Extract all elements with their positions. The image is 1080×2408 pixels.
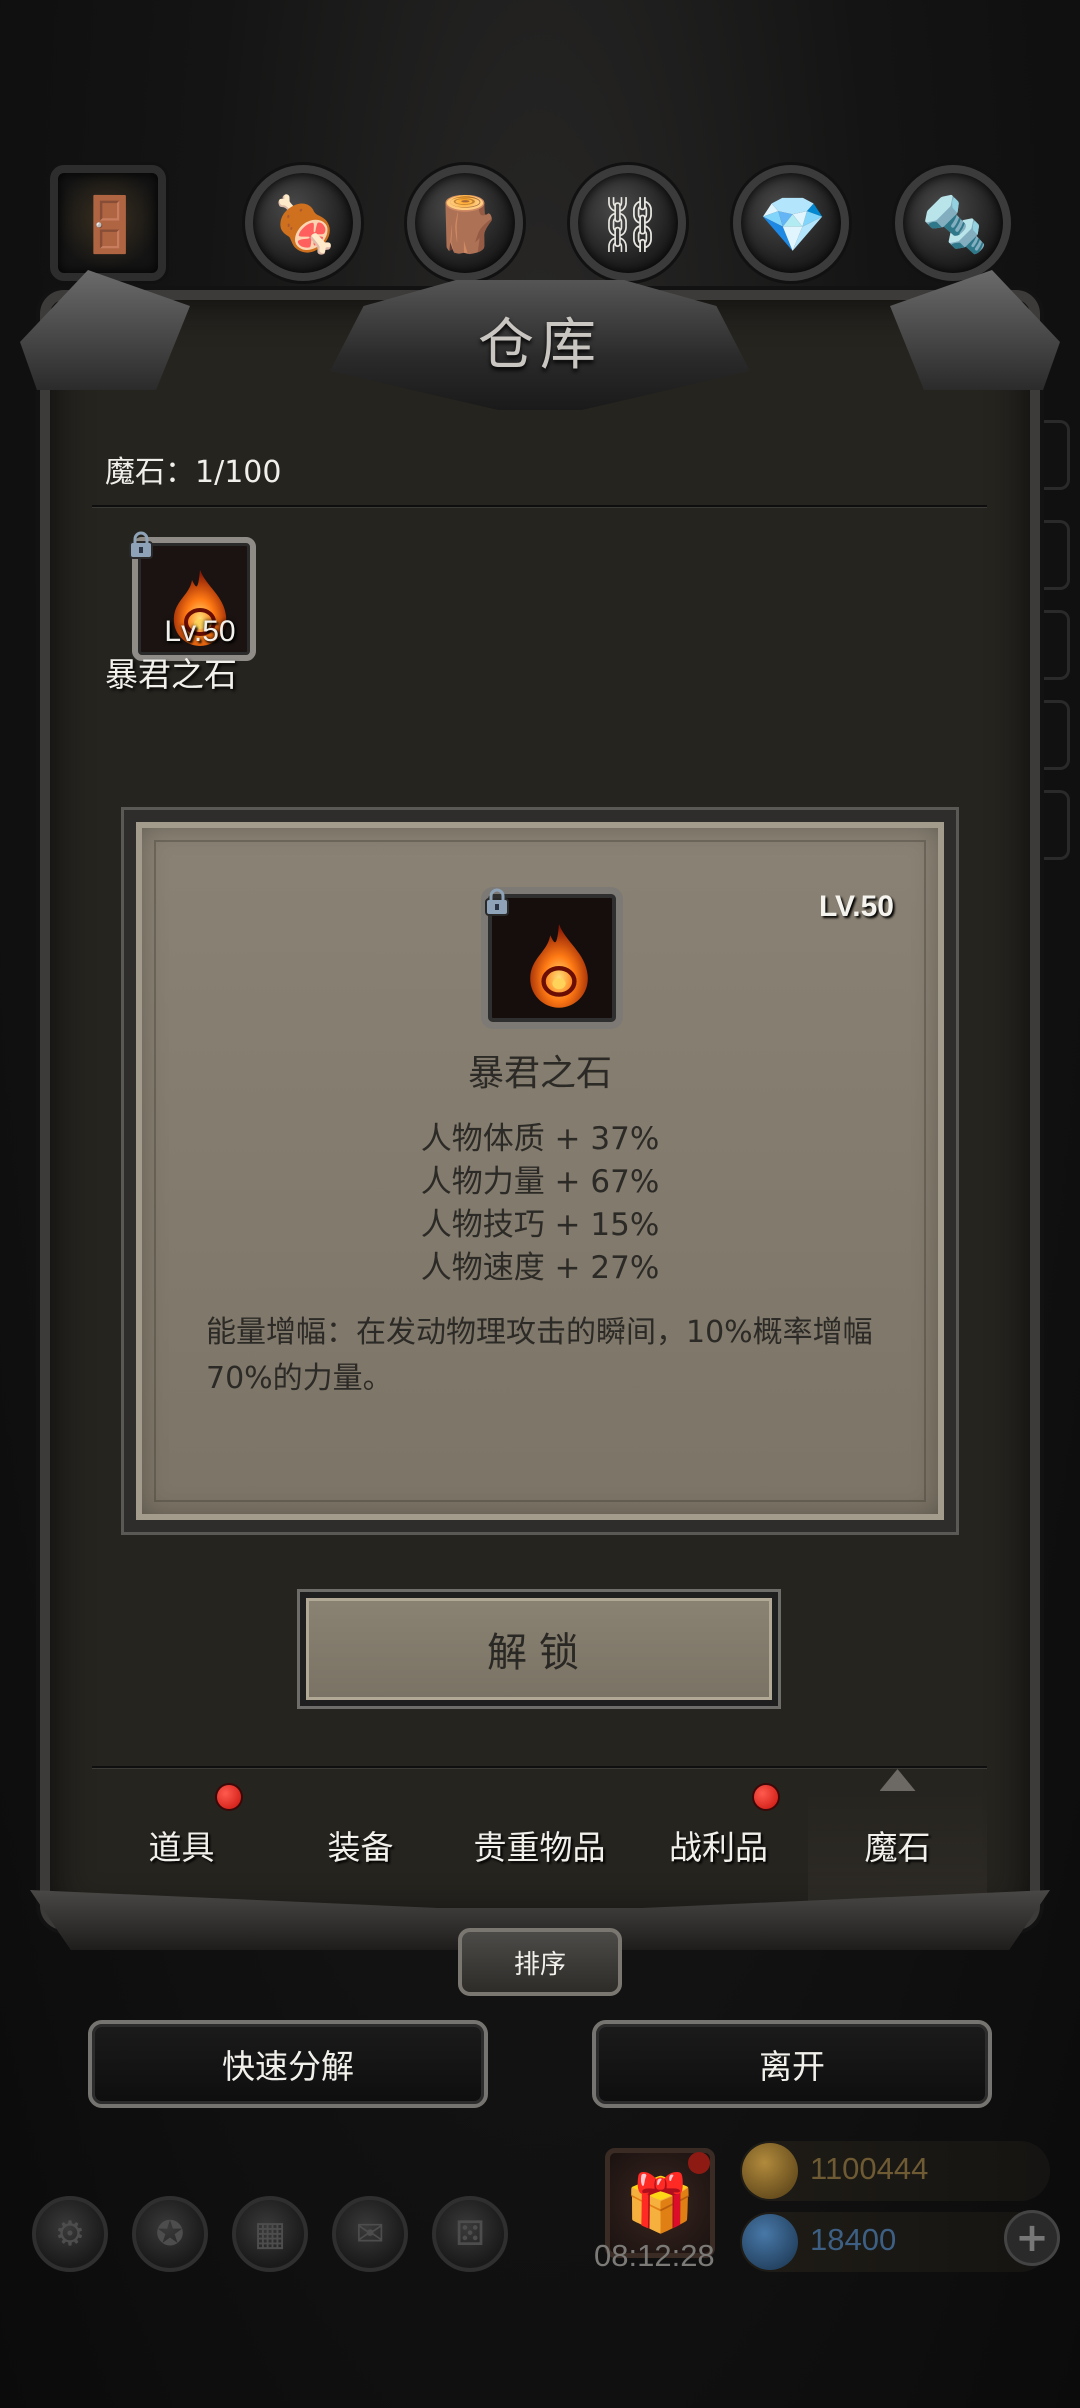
tab-equipment[interactable]: 装备 — [271, 1785, 450, 1905]
add-currency-button[interactable]: + — [1004, 2210, 1060, 2266]
wood-icon: 🪵 — [433, 193, 501, 256]
resource-slot-door[interactable]: 🚪 — [45, 160, 175, 290]
resource-slot-steel[interactable]: 🔩 601113 — [890, 160, 1020, 318]
notification-dot — [217, 1785, 241, 1809]
side-tab[interactable] — [1040, 790, 1070, 860]
settings-icon[interactable]: ⚙ — [32, 2196, 108, 2272]
lock-icon — [485, 888, 509, 916]
side-tab[interactable] — [1040, 610, 1070, 680]
countdown-timer: 08:12:28 — [594, 2238, 715, 2273]
crystal-icon: 💎 — [759, 193, 827, 256]
gold-coin-icon — [742, 2143, 798, 2199]
gold-display: 1100444 — [740, 2141, 1050, 2201]
detail-level: LV.50 — [818, 890, 894, 923]
stat-list: 人物体质 + 37% 人物力量 + 67% 人物技巧 + 15% 人物速度 + … — [136, 1118, 944, 1290]
side-tab[interactable] — [1040, 520, 1070, 590]
resource-slot-crystal[interactable]: 💎 1691 — [728, 160, 858, 318]
dice-icon[interactable]: ⚄ — [432, 2196, 508, 2272]
map-icon[interactable]: ▦ — [232, 2196, 308, 2272]
tab-items[interactable]: 道具 — [92, 1785, 271, 1905]
resource-slot-iron[interactable]: ⛓ 1467 — [565, 160, 695, 318]
item-detail-card: LV.50 暴君之石 人物体质 + 37% 人物力量 + 67% 人物技巧 + … — [124, 810, 956, 1532]
steel-icon: 🔩 — [921, 193, 989, 256]
quick-decompose-button[interactable]: 快速分解 — [88, 2020, 488, 2108]
flame-stone-icon — [530, 924, 588, 1008]
inventory-item[interactable]: Lv.50 — [129, 531, 260, 665]
magic-stone-count: 魔石：1/100 — [105, 455, 282, 490]
detail-item-icon — [481, 887, 623, 1029]
item-level: Lv.50 — [164, 615, 236, 648]
stat-constitution: 人物体质 + 37% — [420, 1121, 660, 1157]
unlock-button[interactable]: 解锁 — [300, 1592, 778, 1706]
tab-label: 装备 — [327, 1828, 394, 1867]
divider — [92, 1766, 987, 1768]
iron-icon: ⛓ — [595, 193, 665, 256]
locked-door-icon: 🚪 — [76, 193, 144, 256]
tab-label: 战利品 — [669, 1828, 768, 1867]
item-name: 暴君之石 — [105, 655, 237, 694]
notification-dot — [688, 2152, 710, 2174]
tab-label: 魔石 — [864, 1828, 931, 1867]
detail-item-name: 暴君之石 — [467, 1053, 612, 1094]
achievement-icon[interactable]: ✪ — [132, 2196, 208, 2272]
sort-button[interactable]: 排序 — [458, 1928, 622, 1996]
resource-slot-meat[interactable]: 🍖 3727 — [240, 160, 370, 318]
notification-dot — [754, 1785, 778, 1809]
lock-icon — [129, 531, 153, 559]
meat-icon: 🍖 — [271, 193, 339, 256]
side-tab[interactable] — [1040, 420, 1070, 490]
tab-label: 道具 — [148, 1828, 215, 1867]
tab-magic-stones[interactable]: 魔石 — [808, 1785, 987, 1905]
leave-button[interactable]: 离开 — [592, 2020, 992, 2108]
resource-slot-wood[interactable]: 🪵 16129 — [402, 160, 532, 318]
gem-amount: 18400 — [810, 2222, 897, 2257]
skill-description: 能量增幅：在发动物理攻击的瞬间，10%概率增幅70%的力量。 — [206, 1315, 873, 1396]
divider — [92, 505, 987, 507]
gem-icon — [742, 2214, 798, 2270]
category-tabs: 道具 装备 贵重物品 战利品 魔石 — [92, 1785, 987, 1905]
tab-label: 贵重物品 — [473, 1828, 606, 1867]
tab-loot[interactable]: 战利品 — [629, 1785, 808, 1905]
stat-strength: 人物力量 + 67% — [420, 1164, 660, 1200]
panel-title: 仓库 — [478, 312, 602, 378]
mail-icon[interactable]: ✉ — [332, 2196, 408, 2272]
gold-amount: 1100444 — [810, 2151, 929, 2186]
tab-valuables[interactable]: 贵重物品 — [450, 1785, 629, 1905]
stat-speed: 人物速度 + 27% — [420, 1250, 660, 1286]
side-tab[interactable] — [1040, 700, 1070, 770]
stat-technique: 人物技巧 + 15% — [420, 1207, 660, 1243]
